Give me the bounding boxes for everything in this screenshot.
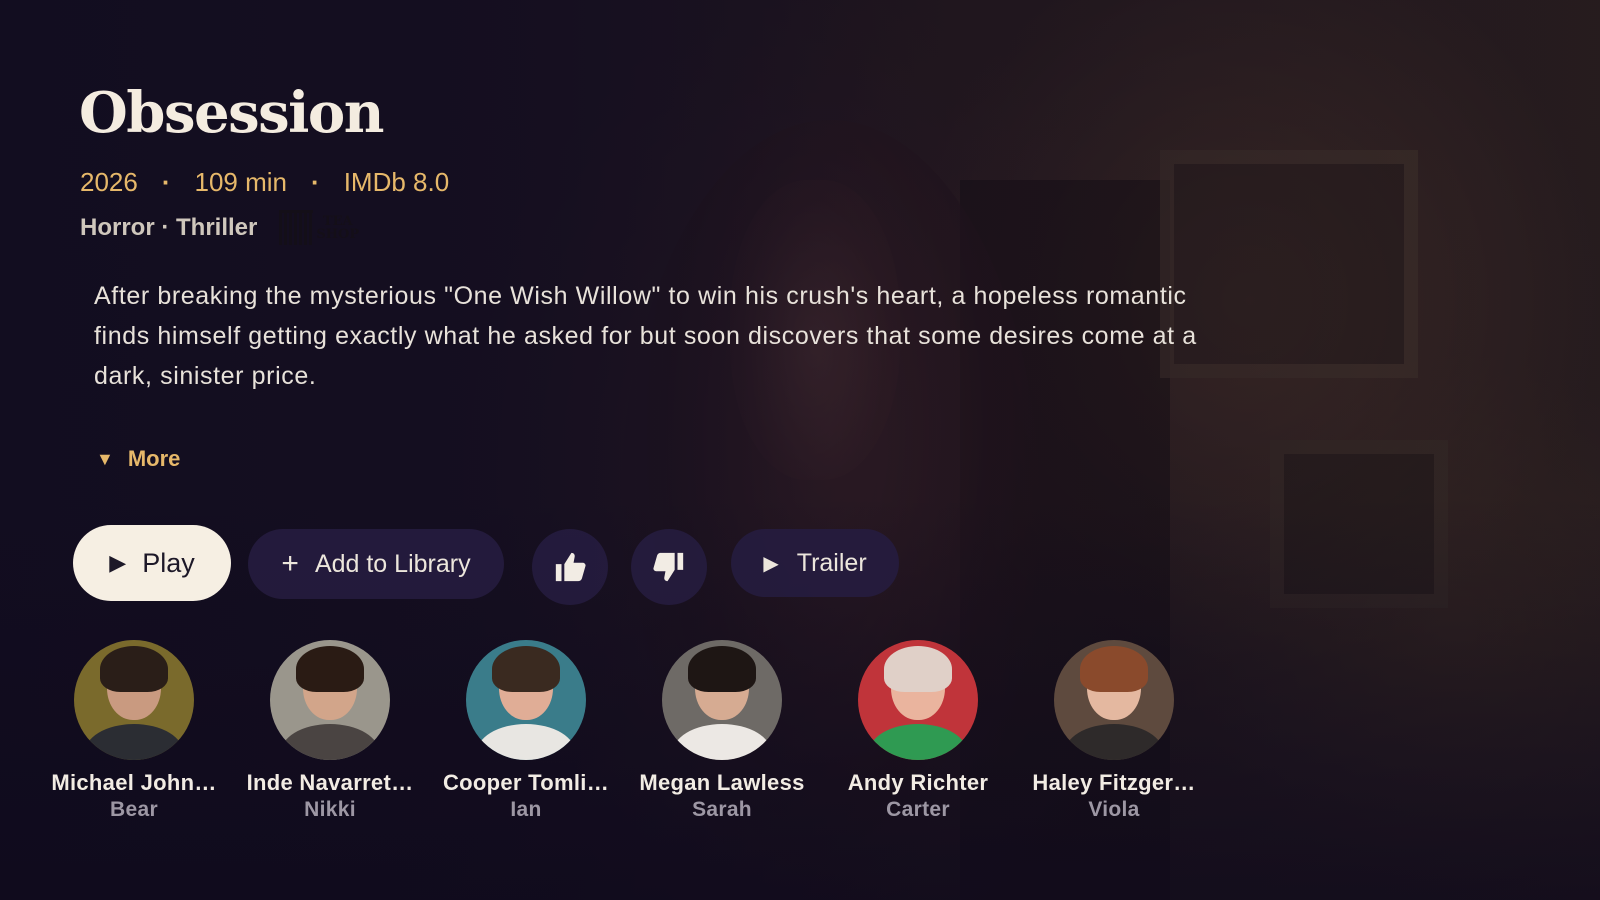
character-name: Carter [886, 798, 950, 821]
avatar-shoulders [476, 724, 576, 760]
actor-name: Cooper Tomli… [442, 770, 610, 795]
release-year: 2026 [80, 167, 138, 197]
triangle-down-icon: ▼ [96, 448, 114, 469]
thumbs-up-icon [555, 552, 586, 582]
cast-member[interactable]: Andy Richter Carter [825, 640, 1011, 822]
meta-separator: · [161, 167, 171, 197]
like-button[interactable] [532, 529, 608, 605]
movie-title: Obsession [79, 80, 385, 146]
play-label: Play [142, 547, 195, 578]
cast-member[interactable]: Cooper Tomli… Ian [433, 640, 619, 822]
studio-logo-mark [279, 210, 314, 245]
meta-separator: · [311, 167, 320, 197]
plus-icon: + [281, 547, 299, 580]
character-name: Bear [110, 798, 158, 821]
cast-member[interactable]: Michael John… Bear [41, 640, 227, 822]
studio-logo-text: TEA SHOP [316, 213, 360, 242]
actor-name: Haley Fitzger… [1032, 770, 1196, 795]
character-name: Viola [1088, 798, 1140, 821]
genres-row: Horror · Thriller TEA SHOP [80, 210, 359, 245]
actor-avatar [858, 640, 978, 760]
avatar-hair [884, 646, 952, 692]
avatar-shoulders [868, 724, 968, 760]
synopsis: After breaking the mysterious "One Wish … [94, 282, 1197, 390]
movie-meta: 2026 · 109 min · IMDb 8.0 [80, 167, 449, 198]
trailer-label: Trailer [796, 548, 867, 577]
avatar-hair [492, 646, 560, 692]
add-to-library-button[interactable]: + Add to Library [248, 529, 504, 599]
thumbs-down-icon [653, 552, 684, 582]
details-panel: Obsession 2026 · 109 min · IMDb 8.0 Horr… [0, 0, 1600, 900]
actor-name: Andy Richter [847, 770, 989, 795]
actor-name: Inde Navarret… [246, 770, 414, 795]
character-name: Sarah [692, 798, 752, 821]
trailer-button[interactable]: ▶ Trailer [731, 529, 899, 597]
more-label: More [127, 446, 181, 471]
studio-logo: TEA SHOP [279, 210, 359, 245]
actor-name: Michael John… [51, 770, 217, 795]
avatar-hair [296, 646, 364, 692]
more-toggle[interactable]: ▼ More [96, 446, 180, 472]
cast-member[interactable]: Inde Navarret… Nikki [237, 640, 423, 822]
imdb-rating: IMDb 8.0 [343, 167, 450, 197]
avatar-shoulders [280, 724, 380, 760]
avatar-shoulders [84, 724, 184, 760]
character-name: Nikki [304, 798, 356, 821]
actor-avatar [662, 640, 782, 760]
play-icon: ▶ [109, 550, 127, 575]
cast-member[interactable]: Megan Lawless Sarah [629, 640, 815, 822]
character-name: Ian [510, 798, 542, 821]
actor-avatar [1054, 640, 1174, 760]
actor-avatar [466, 640, 586, 760]
avatar-hair [688, 646, 756, 692]
play-button[interactable]: ▶ Play [73, 525, 231, 601]
actor-name: Megan Lawless [639, 770, 805, 795]
actor-avatar [270, 640, 390, 760]
dislike-button[interactable] [631, 529, 707, 605]
runtime: 109 min [194, 167, 288, 197]
avatar-hair [1080, 646, 1148, 692]
avatar-shoulders [1064, 724, 1164, 760]
avatar-hair [100, 646, 168, 692]
cast-member[interactable]: Haley Fitzger… Viola [1021, 640, 1207, 822]
genres: Horror · Thriller [80, 213, 258, 241]
actor-avatar [74, 640, 194, 760]
play-icon: ▶ [763, 552, 779, 575]
avatar-shoulders [672, 724, 772, 760]
add-to-library-label: Add to Library [314, 549, 471, 578]
